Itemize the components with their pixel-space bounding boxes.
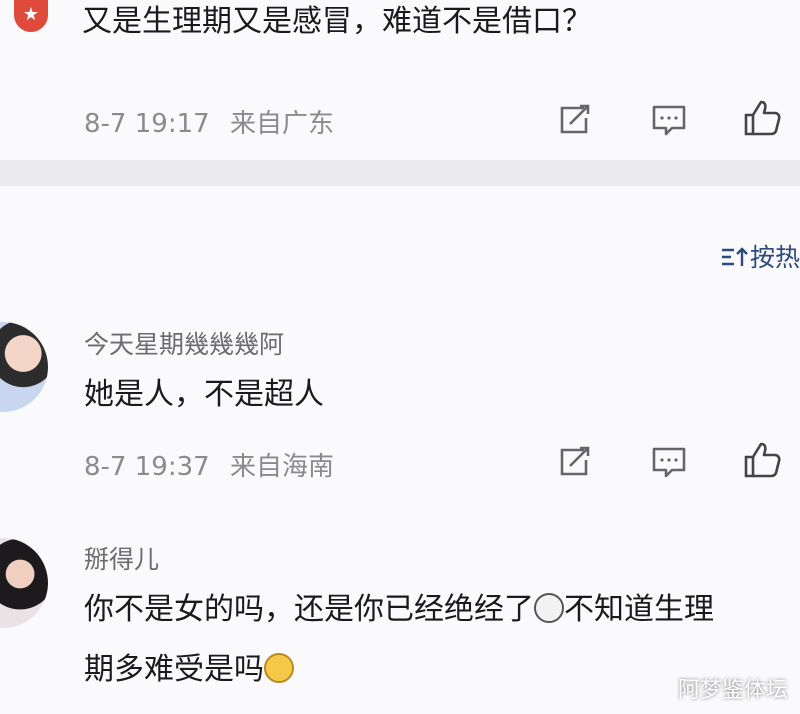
share-icon[interactable] bbox=[554, 442, 594, 482]
watermark: 阿梦鉴体坛 bbox=[677, 678, 788, 703]
star-glyph: ★ bbox=[22, 4, 40, 25]
comment-icon[interactable] bbox=[649, 100, 689, 140]
comment-time: 8-7 19:37 bbox=[84, 452, 210, 482]
comment-text: 又是生理期又是感冒，难道不是借口？ bbox=[82, 4, 592, 39]
laugh-cry-emoji-icon bbox=[264, 653, 294, 683]
comment-time: 8-7 19:17 bbox=[84, 109, 210, 139]
comment-meta: 8-7 19:17 来自广东 bbox=[84, 103, 334, 140]
sort-by-hot-button[interactable]: 按热 bbox=[720, 238, 800, 274]
sort-icon bbox=[720, 243, 750, 272]
comment-location: 来自广东 bbox=[229, 109, 334, 139]
shocked-emoji-icon bbox=[534, 593, 564, 623]
comment-text: 她是人，不是超人 bbox=[84, 377, 324, 412]
comment-text-line-1: 你不是女的吗，还是你已经绝经了 不知道生理 bbox=[84, 590, 714, 630]
comment-text-line-2: 期多难受是吗 bbox=[84, 650, 294, 690]
comment-username[interactable]: 掰得儿 bbox=[84, 540, 159, 576]
like-icon[interactable] bbox=[742, 98, 782, 138]
comment-text-part: 不知道生理 bbox=[564, 592, 714, 627]
comment-text-part: 期多难受是吗 bbox=[84, 652, 264, 687]
sort-label: 按热 bbox=[750, 243, 800, 272]
section-divider bbox=[0, 160, 800, 186]
comment-location: 来自海南 bbox=[229, 452, 334, 482]
like-icon[interactable] bbox=[742, 440, 782, 480]
comment-text-part: 你不是女的吗，还是你已经绝经了 bbox=[84, 592, 534, 627]
comment-username[interactable]: 今天星期幾幾幾阿 bbox=[84, 325, 284, 361]
comment-icon[interactable] bbox=[649, 442, 689, 482]
comment-meta: 8-7 19:37 来自海南 bbox=[84, 446, 334, 483]
share-icon[interactable] bbox=[554, 100, 594, 140]
